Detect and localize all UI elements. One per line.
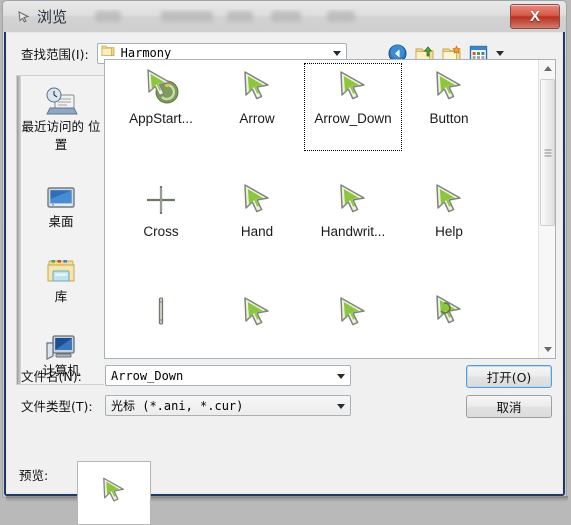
sidebar-item-desktop[interactable]: 桌面 [17,179,104,231]
cursor-appstart-icon [113,64,209,110]
look-in-value: Harmony [120,46,172,60]
sidebar-item-libraries[interactable]: 库 [17,254,104,306]
file-icon-grid: AppStart... Arrow Arrow_Down Button Cros… [105,63,539,356]
chevron-down-icon[interactable] [332,51,341,56]
desktop-icon [17,179,104,213]
open-button[interactable]: 打开(O) [466,365,552,388]
cursor-arrow-icon [209,177,305,223]
cancel-button-label: 取消 [496,400,522,415]
list-item-label: Handwrit... [320,224,386,239]
list-item-label [447,335,451,350]
cursor-arrow-busy-icon [401,288,497,334]
close-button[interactable]: X [510,4,560,29]
sidebar-item-label: 库 [54,289,68,304]
file-list-view[interactable]: AppStart... Arrow Arrow_Down Button Cros… [104,59,556,359]
list-item[interactable]: AppStart... [113,64,209,128]
cursor-cross-icon [113,177,209,223]
list-item-label: Button [429,111,469,126]
cancel-button[interactable]: 取消 [466,395,552,418]
list-item[interactable]: Button [401,64,497,128]
scroll-down-icon[interactable] [539,341,555,358]
chevron-down-icon[interactable] [337,373,345,379]
list-item-label: Arrow [239,111,275,126]
dialog-client-area: 查找范围(I): Harmony 最近访问的 位置 桌面 库 计算机 AppSt… [4,32,565,525]
list-item-label [159,337,163,352]
scrollbar-thumb[interactable] [540,79,555,226]
preview-box [77,461,151,525]
list-item[interactable]: Handwrit... [305,177,401,241]
look-in-label: 查找范围(I): [21,46,89,62]
file-name-row: 文件名(N): Arrow_Down [21,365,351,386]
cursor-arrow-icon [209,64,305,110]
file-name-label: 文件名(N): [21,369,82,384]
list-item-label: Hand [240,224,274,239]
list-item-label: Help [435,224,463,239]
scroll-up-icon[interactable] [539,60,555,77]
window-title: 浏览 [37,8,68,26]
list-item[interactable] [209,290,305,354]
browse-dialog-window: 浏览 X 查找范围(I): Harmony 最近访问的 位置 桌面 库 计算机 … [0,0,571,525]
title-bar[interactable]: 浏览 X [3,1,566,32]
scrollbar-grip-icon [544,149,551,156]
chevron-down-icon[interactable] [337,403,345,409]
cursor-arrow-icon [401,177,497,223]
libraries-icon [17,254,104,288]
list-item-label: Cross [143,224,179,239]
file-name-input[interactable]: Arrow_Down [105,365,351,386]
list-item[interactable] [113,290,209,354]
open-button-label: 打开(O) [486,370,532,385]
list-item[interactable] [305,290,401,354]
dialog-client-inner: 查找范围(I): Harmony 最近访问的 位置 桌面 库 计算机 AppSt… [6,32,563,525]
list-item[interactable]: Cross [113,177,209,241]
title-redacted-region [77,9,506,25]
cursor-arrow-icon [305,64,401,110]
file-type-select[interactable]: 光标 (*.ani, *.cur) [105,395,351,416]
list-item[interactable] [401,288,497,352]
cursor-icon [15,8,33,26]
file-name-value: Arrow_Down [111,368,184,383]
preview-label: 预览: [19,468,49,483]
list-item[interactable]: Help [401,177,497,241]
cursor-ibeam-icon [113,290,209,336]
cursor-arrow-icon [305,290,401,336]
cursor-arrow-icon [305,177,401,223]
file-type-value: 光标 (*.ani, *.cur) [111,399,244,413]
sidebar-item-label: 最近访问的 位置 [21,119,101,152]
list-item-label: AppStart... [129,111,193,126]
list-item-label: Arrow_Down [314,111,392,126]
file-type-label: 文件类型(T): [21,399,93,414]
list-item-label [351,337,355,352]
list-item[interactable]: Arrow [209,64,305,128]
places-sidebar: 最近访问的 位置 桌面 库 计算机 [16,75,104,385]
recent-places-icon [17,84,104,118]
cursor-arrow-icon [97,474,131,513]
views-chevron-down-icon[interactable] [496,50,504,56]
computer-icon [17,328,104,362]
cursor-arrow-icon [401,64,497,110]
close-icon: X [529,8,540,25]
list-item-selected[interactable]: Arrow_Down [304,63,402,151]
cursor-arrow-icon [209,290,305,336]
file-type-row: 文件类型(T): 光标 (*.ani, *.cur) [21,395,351,416]
list-item-label [255,337,259,352]
sidebar-item-recent-places[interactable]: 最近访问的 位置 [17,84,104,154]
list-item[interactable]: Hand [209,177,305,241]
file-list-scrollbar[interactable] [538,60,555,358]
sidebar-item-label: 桌面 [48,214,74,229]
